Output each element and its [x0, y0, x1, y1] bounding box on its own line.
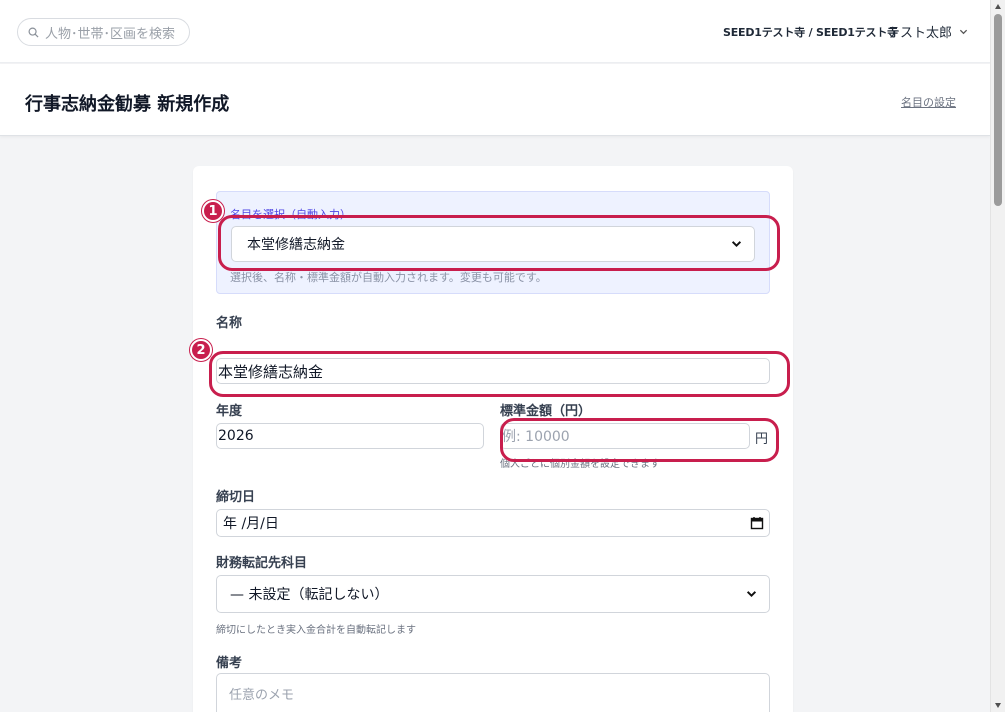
user-name: テスト太郎	[887, 26, 953, 41]
preset-select[interactable]: 本堂修繕志納金	[231, 226, 755, 262]
chevron-down-icon	[731, 241, 742, 248]
amount-unit: 円	[755, 432, 769, 447]
preset-hint: 選択後、名称・標準金額が自動入力されます。変更も可能です。	[230, 271, 547, 284]
account-hint: 締切にしたとき実入金合計を自動転記します	[216, 625, 416, 636]
name-input[interactable]: 本堂修繕志納金	[216, 358, 770, 384]
name-label: 名称	[216, 316, 243, 331]
amount-label: 標準金額（円）	[500, 404, 592, 419]
amount-hint: 個人ごとに個別金額を設定できます	[500, 459, 660, 470]
account-label: 財務転記先科目	[216, 556, 308, 571]
amount-input[interactable]: 例: 10000	[500, 423, 750, 449]
chevron-down-icon	[746, 591, 757, 598]
deadline-input[interactable]: 年 /月/日	[216, 509, 770, 537]
page-header: 行事志納金勧募 新規作成 名目の設定	[0, 64, 990, 136]
step-badge-2: 2	[190, 339, 212, 361]
user-menu[interactable]: テスト太郎	[887, 22, 968, 41]
top-bar: 人物･世帯･区画を検索 SEED1テスト寺 / SEED1テスト寺 テスト太郎	[0, 0, 990, 63]
notes-label: 備考	[216, 656, 243, 671]
settings-link[interactable]: 名目の設定	[901, 94, 956, 110]
calendar-icon[interactable]	[750, 516, 764, 530]
year-value: 2026	[218, 428, 254, 444]
scroll-down-arrow-icon[interactable]	[995, 703, 1001, 708]
notes-textarea[interactable]: 任意のメモ	[216, 673, 770, 712]
search-box[interactable]: 人物･世帯･区画を検索	[17, 18, 190, 46]
preset-panel: 名目を選択（自動入力） 本堂修繕志納金 選択後、名称・標準金額が自動入力されます…	[216, 191, 770, 294]
name-value: 本堂修繕志納金	[218, 362, 324, 381]
notes-placeholder: 任意のメモ	[229, 688, 295, 703]
form-card: 名目を選択（自動入力） 本堂修繕志納金 選択後、名称・標準金額が自動入力されます…	[193, 166, 793, 712]
search-icon	[28, 27, 39, 38]
amount-placeholder: 例: 10000	[502, 429, 570, 445]
scroll-thumb[interactable]	[994, 14, 1002, 206]
deadline-label: 締切日	[216, 490, 256, 505]
preset-value: 本堂修繕志納金	[247, 237, 345, 253]
search-input[interactable]: 人物･世帯･区画を検索	[45, 23, 175, 42]
temple-switcher[interactable]: SEED1テスト寺 / SEED1テスト寺	[723, 24, 898, 40]
year-input[interactable]: 2026	[216, 423, 484, 449]
page-title: 行事志納金勧募 新規作成	[25, 94, 230, 115]
step-badge-1: 1	[202, 200, 224, 222]
chevron-down-icon	[959, 29, 968, 35]
deadline-value: 年 /月/日	[223, 516, 279, 532]
scroll-up-arrow-icon[interactable]	[995, 4, 1001, 9]
preset-label: 名目を選択（自動入力）	[230, 208, 351, 221]
vertical-scrollbar[interactable]	[990, 0, 1005, 712]
account-value: — 未設定（転記しない）	[230, 587, 389, 603]
year-label: 年度	[216, 404, 243, 419]
account-select[interactable]: — 未設定（転記しない）	[216, 575, 770, 613]
